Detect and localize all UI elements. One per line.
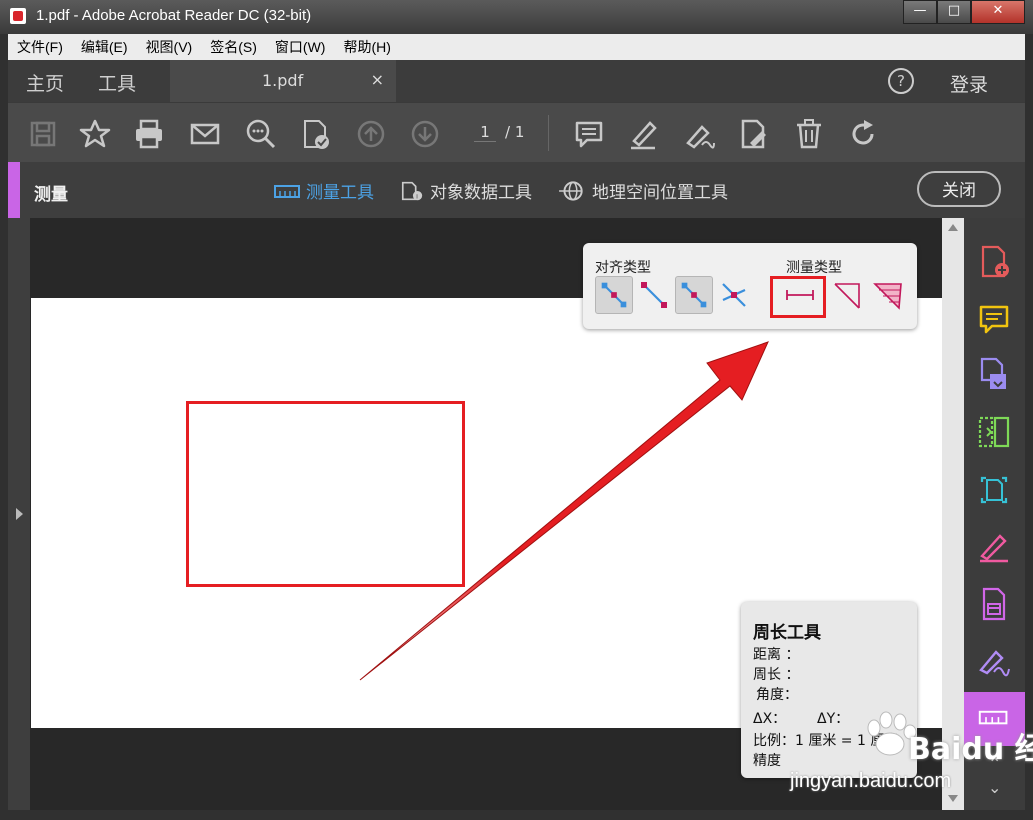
watermark-brand: Baidu 经验 (908, 732, 1033, 767)
annotation-arrow (359, 341, 769, 681)
watermark-url: jingyan.baidu.com (790, 770, 952, 792)
app-window: 1.pdf - Adobe Acrobat Reader DC (32-bit)… (0, 0, 1033, 820)
